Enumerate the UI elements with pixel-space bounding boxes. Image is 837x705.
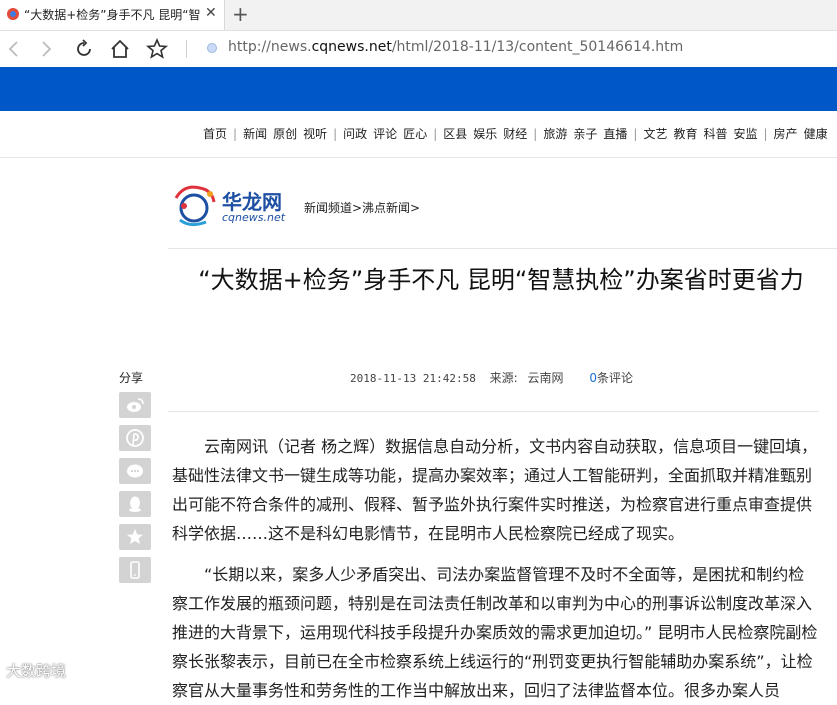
forward-icon[interactable] [34, 37, 58, 61]
nav-link[interactable]: 亲子 [573, 127, 597, 141]
nav-separator: | [533, 127, 538, 141]
refresh-icon[interactable] [72, 37, 96, 61]
address-toolbar: http://news.cqnews.net/html/2018-11/13/c… [0, 31, 837, 67]
favicon-icon [7, 8, 19, 20]
share-qq-button[interactable] [119, 491, 151, 517]
channel-links: 首页 | 新闻 原创 视听 | 问政 评论 匠心 | 区县 娱乐 财经 | 旅游 亲子 直播 | 文艺 教育 科普 安监 |… [203, 125, 834, 142]
nav-link[interactable]: 健康 [804, 127, 828, 141]
nav-link[interactable]: 教育 [673, 127, 697, 141]
nav-separator: | [233, 127, 238, 141]
share-mobile-button[interactable] [119, 557, 151, 583]
qq-icon [129, 496, 141, 512]
article-paragraph: 云南网讯（记者 杨之辉）数据信息自动分析，文书内容自动获取，信息项目一键回填，基… [172, 437, 818, 543]
nav-link[interactable]: 娱乐 [473, 127, 497, 141]
share-wechat-button[interactable] [119, 458, 151, 484]
comment-label[interactable]: 条评论 [597, 371, 633, 385]
watermark-text: 大数跨境 [6, 662, 67, 680]
nav-link[interactable]: 视听 [303, 127, 327, 141]
weibo-icon [127, 398, 144, 412]
site-logo-icon[interactable] [170, 180, 220, 230]
browser-tab[interactable]: “大数据+检务”身手不凡 昆明“智 ✕ [0, 0, 225, 30]
nav-link[interactable]: 科普 [703, 127, 727, 141]
nav-link[interactable]: 首页 [203, 127, 227, 141]
mobile-icon [130, 561, 140, 579]
source-name[interactable]: 云南网 [528, 371, 564, 385]
nav-link[interactable]: 新闻 [243, 127, 267, 141]
divider [168, 248, 837, 249]
wechat-icon [127, 464, 143, 478]
tab-strip: “大数据+检务”身手不凡 昆明“智 ✕ + [0, 0, 837, 31]
nav-link[interactable]: 文艺 [643, 127, 667, 141]
nav-link[interactable]: 直播 [603, 127, 627, 141]
nav-link[interactable]: 评论 [373, 127, 397, 141]
nav-link[interactable]: 原创 [273, 127, 297, 141]
share-weibo-button[interactable] [119, 392, 151, 418]
toolbar-separator [186, 40, 187, 58]
logo-subtext: cqnews.net [222, 211, 286, 224]
url-path: /html/2018-11/13/content_50146614.htm [391, 39, 684, 55]
share-favorite-button[interactable] [119, 524, 151, 550]
nav-link[interactable]: 旅游 [543, 127, 567, 141]
comment-count[interactable]: 0 [589, 371, 597, 385]
nav-link[interactable]: 匠心 [403, 127, 427, 141]
new-tab-icon[interactable]: + [232, 2, 249, 26]
nav-separator: | [333, 127, 338, 141]
close-tab-icon[interactable]: ✕ [205, 5, 217, 21]
share-label: 分享 [119, 371, 144, 385]
tab-title: “大数据+检务”身手不凡 昆明“智 [24, 8, 200, 22]
back-icon[interactable] [2, 37, 26, 61]
address-field[interactable]: http://news.cqnews.net/html/2018-11/13/c… [228, 39, 683, 55]
article-title: “大数据+检务”身手不凡 昆明“智慧执检”办案省时更省力 [198, 266, 804, 294]
url-prefix: http://news. [228, 39, 312, 55]
pinterest-icon [126, 429, 144, 447]
url-domain: cqnews.net [311, 39, 392, 55]
nav-link[interactable]: 区县 [443, 127, 467, 141]
article-meta: 2018-11-13 21:42:58 来源: 云南网 0条评论 [350, 369, 633, 386]
site-header-band [0, 67, 837, 111]
nav-separator: | [433, 127, 438, 141]
publish-date: 2018-11-13 21:42:58 [350, 372, 476, 385]
star-icon [127, 529, 143, 544]
favorite-star-icon[interactable] [145, 37, 169, 61]
nav-link[interactable]: 房产 [774, 127, 798, 141]
site-info-icon[interactable] [207, 43, 217, 53]
nav-link[interactable]: 安监 [733, 127, 757, 141]
nav-link[interactable]: 问政 [343, 127, 367, 141]
nav-separator: | [763, 127, 768, 141]
channel-navbar: 首页 | 新闻 原创 视听 | 问政 评论 匠心 | 区县 娱乐 财经 | 旅游 亲子 直播 | 文艺 教育 科普 安监 |… [0, 111, 837, 158]
article-paragraph: “长期以来，案多人少矛盾突出、司法办案监督管理不及时不全面等，是困扰和制约检察工… [172, 565, 818, 700]
nav-link[interactable]: 财经 [503, 127, 527, 141]
home-icon[interactable] [108, 37, 132, 61]
source-label: 来源: [489, 371, 518, 385]
share-pinterest-button[interactable] [119, 425, 151, 451]
divider [168, 411, 819, 412]
nav-separator: | [633, 127, 638, 141]
breadcrumb[interactable]: 新闻频道>沸点新闻> [304, 199, 420, 216]
